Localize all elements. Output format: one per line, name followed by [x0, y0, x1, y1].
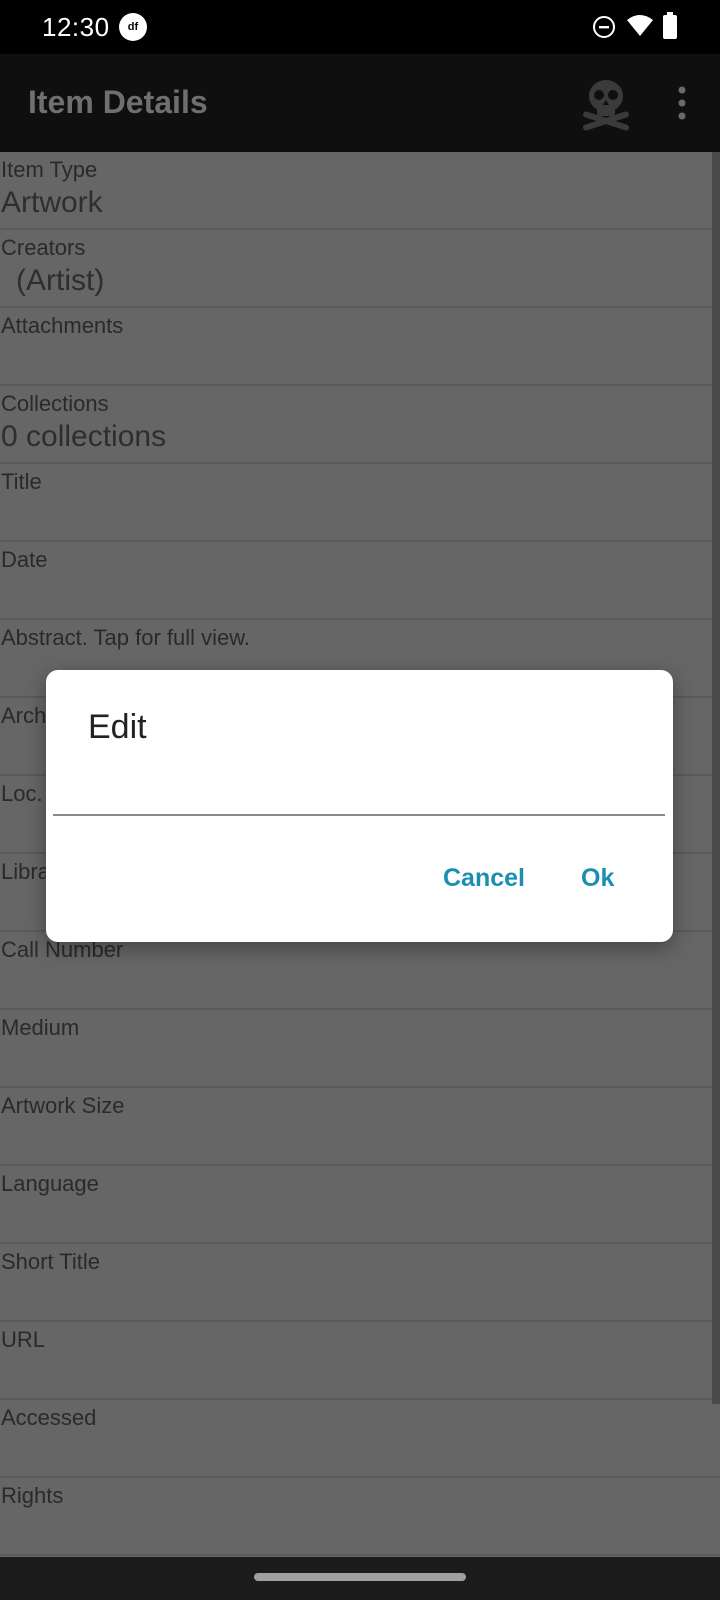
- edit-input[interactable]: [53, 774, 665, 816]
- field-row-call-number[interactable]: Call Number: [0, 932, 720, 1010]
- app-bar: Item Details: [0, 54, 720, 152]
- status-bar: 12:30 df: [0, 0, 720, 54]
- field-row-accessed[interactable]: Accessed: [0, 1400, 720, 1478]
- field-row-artwork-size[interactable]: Artwork Size: [0, 1088, 720, 1166]
- field-row-url[interactable]: URL: [0, 1322, 720, 1400]
- battery-icon: [663, 12, 677, 39]
- scrollbar[interactable]: [712, 152, 720, 1404]
- field-label: Rights: [1, 1483, 64, 1508]
- field-value: (Artist): [16, 264, 105, 297]
- field-row-short-title[interactable]: Short Title: [0, 1244, 720, 1322]
- ok-button[interactable]: Ok: [581, 864, 614, 893]
- field-label: Creators: [1, 235, 86, 260]
- field-row-date[interactable]: Date: [0, 542, 720, 620]
- home-gesture-handle[interactable]: [254, 1573, 466, 1581]
- do-not-disturb-icon: [593, 16, 615, 38]
- field-label: Abstract. Tap for full view.: [1, 625, 251, 650]
- field-label: Language: [1, 1171, 99, 1196]
- field-row-creators[interactable]: Creators (Artist): [0, 230, 720, 308]
- cancel-button[interactable]: Cancel: [443, 864, 525, 893]
- status-time: 12:30: [42, 12, 110, 42]
- edit-dialog: Edit Cancel Ok: [46, 670, 673, 942]
- field-value: Artwork: [1, 186, 103, 219]
- app-notification-icon: df: [119, 13, 147, 41]
- field-label: Arch: [1, 703, 47, 728]
- field-value: 0 collections: [1, 420, 167, 453]
- more-vert-icon[interactable]: [670, 84, 694, 124]
- field-label: Accessed: [1, 1405, 97, 1430]
- field-row-item-type[interactable]: Item Type Artwork: [0, 152, 720, 230]
- field-label: Loc.: [1, 781, 43, 806]
- field-label: Title: [1, 469, 42, 494]
- field-row-collections[interactable]: Collections 0 collections: [0, 386, 720, 464]
- field-row-language[interactable]: Language: [0, 1166, 720, 1244]
- field-label: Attachments: [1, 313, 124, 338]
- field-label: Date: [1, 547, 48, 572]
- field-label: Libra: [1, 859, 50, 884]
- dialog-title: Edit: [88, 708, 147, 746]
- page-title: Item Details: [28, 84, 208, 120]
- field-label: Medium: [1, 1015, 80, 1040]
- field-label: Artwork Size: [1, 1093, 125, 1118]
- field-row-attachments[interactable]: Attachments: [0, 308, 720, 386]
- screen: 12:30 df Item Details Item Type Artwork …: [0, 0, 720, 1600]
- field-label: Item Type: [1, 157, 98, 182]
- field-label: Short Title: [1, 1249, 101, 1274]
- field-row-rights[interactable]: Rights: [0, 1478, 720, 1556]
- navigation-bar: [0, 1557, 720, 1600]
- field-label: URL: [1, 1327, 46, 1352]
- field-row-title[interactable]: Title: [0, 464, 720, 542]
- field-row-medium[interactable]: Medium: [0, 1010, 720, 1088]
- skull-crossbones-icon[interactable]: [578, 74, 634, 138]
- field-label: Collections: [1, 391, 109, 416]
- wifi-icon: [627, 15, 653, 36]
